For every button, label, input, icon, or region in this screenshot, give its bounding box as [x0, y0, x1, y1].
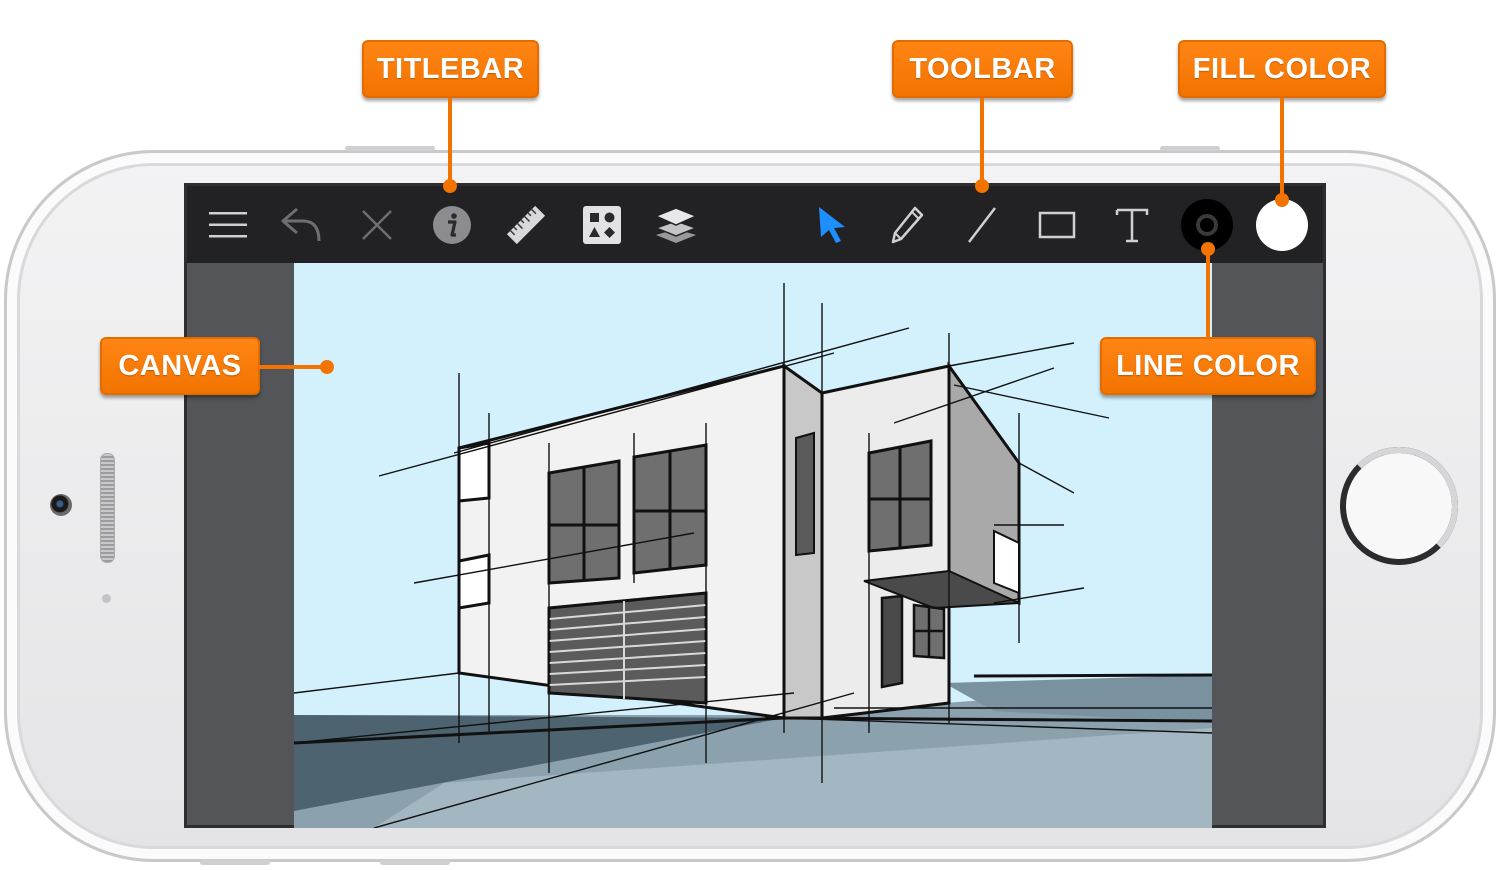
- shapes-library-icon: [583, 206, 621, 244]
- house-sketch: [294, 283, 1212, 828]
- callout-canvas: CANVAS: [100, 337, 260, 395]
- phone-side-button: [200, 860, 270, 865]
- leader-toolbar: [980, 98, 984, 184]
- undo-button[interactable]: [274, 198, 328, 252]
- rectangle-icon: [1038, 211, 1076, 239]
- leader-dot-line-color: [1201, 242, 1215, 256]
- drawing-canvas[interactable]: [294, 263, 1212, 828]
- upper-ledge: [457, 441, 491, 503]
- line-tool[interactable]: [955, 198, 1009, 252]
- leader-canvas: [259, 365, 325, 369]
- undo-icon: [281, 207, 321, 242]
- callout-titlebar: TITLEBAR: [362, 40, 539, 98]
- close-icon: [362, 210, 392, 240]
- home-button[interactable]: [1340, 447, 1458, 565]
- ruler-icon: [506, 205, 546, 245]
- narrow-window: [795, 431, 815, 557]
- line-icon: [968, 207, 996, 243]
- phone-side-button: [380, 860, 450, 865]
- phone-side-button: [345, 146, 435, 151]
- earpiece-speaker: [100, 453, 115, 563]
- leader-dot-titlebar: [443, 179, 457, 193]
- menu-icon: [209, 212, 247, 238]
- leader-dot-canvas: [320, 360, 334, 374]
- leader-fill-color: [1280, 98, 1284, 196]
- info-icon: [433, 206, 471, 244]
- upper-windows-right: [867, 439, 933, 553]
- garage-door: [547, 591, 708, 705]
- text-icon: [1115, 208, 1149, 243]
- right-balcony-railing: [993, 529, 1020, 595]
- app-screen: [184, 183, 1326, 828]
- shapes-library-button[interactable]: [575, 198, 629, 252]
- callout-line-color: LINE COLOR: [1100, 337, 1316, 395]
- layers-button[interactable]: [649, 198, 703, 252]
- callout-fill-color: FILL COLOR: [1178, 40, 1386, 98]
- pencil-tool[interactable]: [880, 198, 934, 252]
- text-tool[interactable]: [1105, 198, 1159, 252]
- select-tool[interactable]: [805, 198, 859, 252]
- delete-button[interactable]: [350, 198, 404, 252]
- front-camera: [50, 494, 72, 516]
- layers-icon: [654, 207, 698, 243]
- rectangle-tool[interactable]: [1030, 198, 1084, 252]
- titlebar: [187, 186, 1323, 263]
- menu-button[interactable]: [201, 198, 255, 252]
- callout-toolbar: TOOLBAR: [892, 40, 1073, 98]
- leader-titlebar: [448, 98, 452, 184]
- pencil-icon: [891, 206, 924, 244]
- leader-dot-fill-color: [1275, 193, 1289, 207]
- left-balcony: [457, 553, 491, 610]
- phone-side-button: [1160, 146, 1220, 151]
- ruler-button[interactable]: [499, 198, 553, 252]
- info-button[interactable]: [425, 198, 479, 252]
- select-arrow-icon: [819, 207, 845, 243]
- proximity-sensor: [102, 594, 111, 603]
- leader-line-color: [1206, 252, 1210, 338]
- leader-dot-toolbar: [975, 179, 989, 193]
